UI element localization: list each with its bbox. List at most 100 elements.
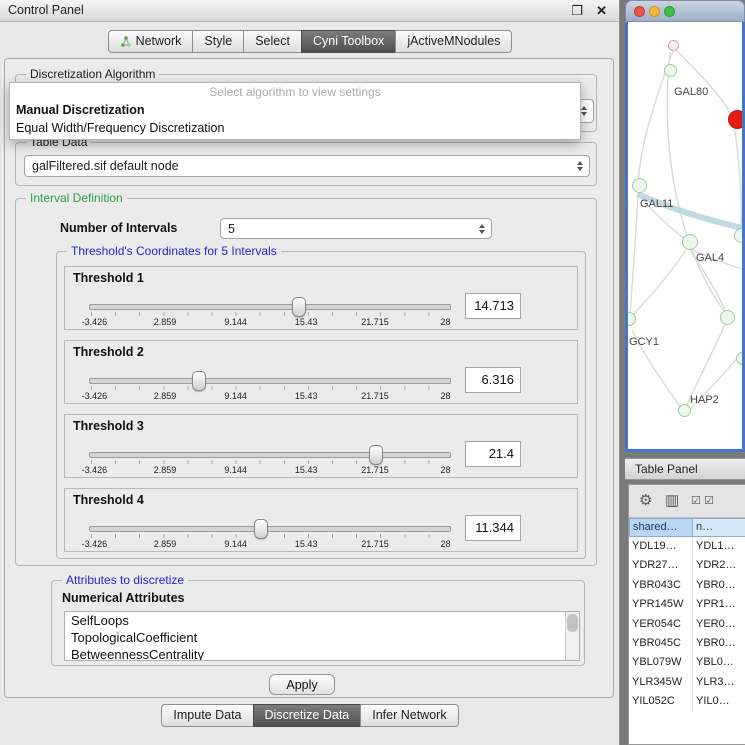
tick-label: 21.715: [361, 465, 389, 475]
cell-shared-name[interactable]: YLR345W: [629, 673, 693, 692]
network-icon: [120, 36, 132, 48]
cell-name[interactable]: YPR1…: [693, 595, 745, 614]
cell-name[interactable]: YER0…: [693, 615, 745, 634]
tab-style[interactable]: Style: [192, 30, 244, 53]
algorithm-option-equal-width-frequency[interactable]: Equal Width/Frequency Discretization: [10, 119, 580, 137]
list-scrollbar[interactable]: [565, 612, 579, 660]
cell-shared-name[interactable]: YPR145W: [629, 595, 693, 614]
network-node[interactable]: [728, 110, 745, 129]
select-check-icon[interactable]: ☑: [704, 494, 714, 507]
column-header-name[interactable]: n…: [693, 518, 745, 537]
attribute-list-item[interactable]: TopologicalCoefficient: [65, 629, 579, 646]
table-row[interactable]: YPR145W YPR1…: [629, 595, 745, 614]
cell-shared-name[interactable]: YDR27…: [629, 556, 693, 575]
tab-infer-network[interactable]: Infer Network: [360, 704, 458, 727]
slider-tick-labels: -3.426 2.859 9.144 15.43 21.715 28: [89, 317, 451, 329]
network-node[interactable]: [632, 178, 647, 193]
numerical-attributes-list[interactable]: SelfLoops TopologicalCoefficient Between…: [64, 611, 580, 661]
network-node[interactable]: [734, 228, 745, 243]
tick-label: 28: [441, 391, 451, 401]
cell-name[interactable]: YBL0…: [693, 653, 745, 672]
threshold-value-field[interactable]: 11.344: [465, 515, 521, 541]
table-data-group: Table Data galFiltered.sif default node: [15, 142, 597, 186]
threshold-slider[interactable]: [89, 371, 451, 391]
tick-label: 9.144: [224, 465, 247, 475]
network-node[interactable]: [668, 40, 679, 51]
tick-label: -3.426: [82, 317, 108, 327]
cell-name[interactable]: YDL1…: [693, 537, 745, 556]
tab-network[interactable]: Network: [108, 30, 194, 53]
control-panel-titlebar[interactable]: Control Panel ❐ ✕: [0, 0, 619, 22]
attribute-list-item[interactable]: BetweennessCentrality: [65, 646, 579, 661]
gear-icon[interactable]: ⚙: [639, 491, 652, 509]
cell-name[interactable]: YIL0…: [693, 692, 745, 711]
network-node[interactable]: [736, 352, 745, 365]
float-window-icon[interactable]: ❐: [571, 0, 583, 21]
table-row[interactable]: YIL052C YIL0…: [629, 692, 745, 711]
node-label: GAL4: [696, 252, 724, 264]
network-node[interactable]: [720, 310, 735, 325]
threshold-slider[interactable]: [89, 445, 451, 465]
cell-name[interactable]: YBR0…: [693, 576, 745, 595]
network-node[interactable]: [664, 64, 677, 77]
cell-shared-name[interactable]: YIL052C: [629, 692, 693, 711]
select-all-check-icon[interactable]: ☑: [691, 494, 701, 507]
table-row[interactable]: YBR045C YBR0…: [629, 634, 745, 653]
slider-thumb-icon[interactable]: [292, 297, 306, 317]
algorithm-option-manual-discretization[interactable]: Manual Discretization: [10, 101, 580, 119]
table-header-row: shared… n…: [629, 518, 745, 537]
network-canvas[interactable]: GAL80 GAL11 GAL4 GCY1 HAP2: [625, 22, 745, 452]
threshold-slider[interactable]: [89, 519, 451, 539]
tab-select[interactable]: Select: [243, 30, 302, 53]
cell-shared-name[interactable]: YBR043C: [629, 576, 693, 595]
cell-shared-name[interactable]: YDL19…: [629, 537, 693, 556]
close-traffic-light-icon[interactable]: [634, 6, 645, 17]
algorithm-placeholder-option[interactable]: Select algorithm to view settings: [10, 83, 580, 101]
slider-track[interactable]: [89, 304, 451, 310]
columns-icon[interactable]: ▥: [665, 491, 679, 509]
cell-name[interactable]: YLR3…: [693, 673, 745, 692]
table-row[interactable]: YBL079W YBL0…: [629, 653, 745, 672]
tab-cyni-toolbox[interactable]: Cyni Toolbox: [301, 30, 396, 53]
table-row[interactable]: YBR043C YBR0…: [629, 576, 745, 595]
attribute-list-item[interactable]: SelfLoops: [65, 612, 579, 629]
threshold-value-field[interactable]: 14.713: [465, 293, 521, 319]
table-data-combobox[interactable]: galFiltered.sif default node: [24, 155, 590, 177]
scrollbar-thumb[interactable]: [567, 614, 578, 632]
tab-impute-data[interactable]: Impute Data: [161, 704, 253, 727]
cell-name[interactable]: YBR0…: [693, 634, 745, 653]
tab-discretize-data-label: Discretize Data: [265, 705, 350, 726]
table-row[interactable]: YER054C YER0…: [629, 615, 745, 634]
threshold-slider[interactable]: [89, 297, 451, 317]
minimize-traffic-light-icon[interactable]: [649, 6, 660, 17]
column-header-shared-name[interactable]: shared…: [629, 518, 693, 537]
slider-thumb-icon[interactable]: [369, 445, 383, 465]
close-icon[interactable]: ✕: [596, 0, 607, 21]
number-of-intervals-combobox[interactable]: 5: [220, 218, 492, 239]
table-row[interactable]: YDL19… YDL1…: [629, 537, 745, 556]
cell-shared-name[interactable]: YBR045C: [629, 634, 693, 653]
tab-jactivemnodules[interactable]: jActiveMNodules: [395, 30, 512, 53]
threshold-value-field[interactable]: 21.4: [465, 441, 521, 467]
threshold-value-field[interactable]: 6.316: [465, 367, 521, 393]
apply-button[interactable]: Apply: [269, 674, 335, 695]
table-row[interactable]: YDR27… YDR2…: [629, 556, 745, 575]
cell-shared-name[interactable]: YER054C: [629, 615, 693, 634]
cell-shared-name[interactable]: YBL079W: [629, 653, 693, 672]
slider-track[interactable]: [89, 378, 451, 384]
slider-thumb-icon[interactable]: [254, 519, 268, 539]
tick-label: -3.426: [82, 465, 108, 475]
slider-track[interactable]: [89, 526, 451, 532]
tab-discretize-data[interactable]: Discretize Data: [253, 704, 362, 727]
table-row[interactable]: YLR345W YLR3…: [629, 673, 745, 692]
network-node[interactable]: [682, 234, 698, 250]
network-view-titlebar[interactable]: [625, 0, 745, 22]
slider-track[interactable]: [89, 452, 451, 458]
table-panel-titlebar[interactable]: Table Panel: [625, 458, 745, 480]
cell-name[interactable]: YDR2…: [693, 556, 745, 575]
combo-stepper-icon: [581, 106, 587, 116]
zoom-traffic-light-icon[interactable]: [664, 6, 675, 17]
threshold-label: Threshold 4: [73, 493, 144, 507]
combo-stepper-icon: [479, 224, 485, 234]
slider-thumb-icon[interactable]: [192, 371, 206, 391]
